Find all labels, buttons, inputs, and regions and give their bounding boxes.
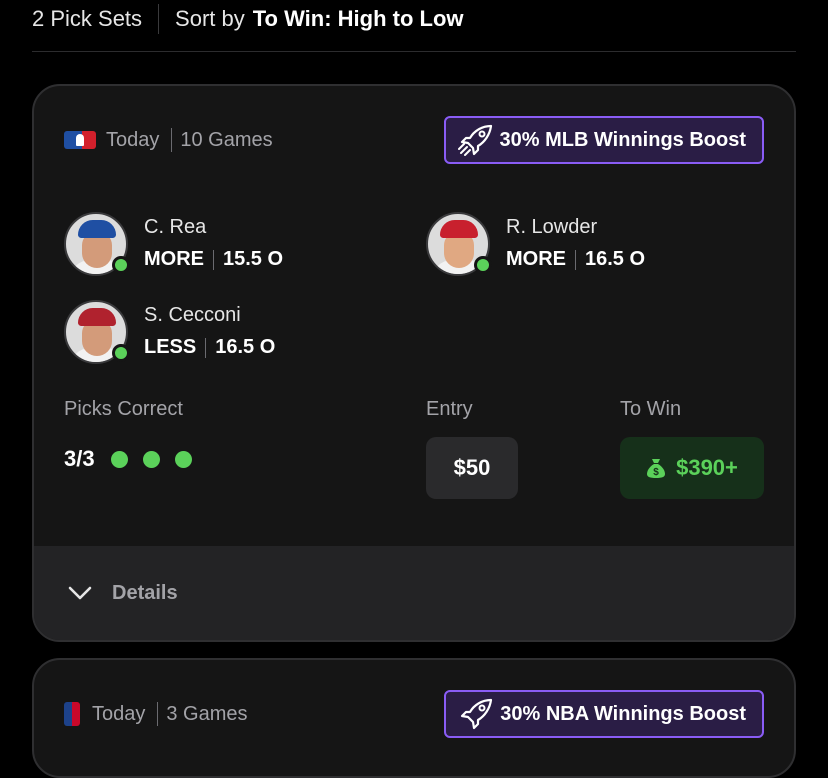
winnings-boost-badge[interactable]: 30% MLB Winnings Boost	[443, 116, 764, 164]
entry-label: Entry	[426, 398, 473, 420]
player-name: C. Rea	[144, 216, 207, 238]
entry-value: $50	[453, 455, 491, 480]
boost-label: 30% NBA Winnings Boost	[500, 702, 746, 725]
pick-sets-count: 2 Pick Sets	[32, 5, 143, 31]
player-avatar	[64, 212, 130, 276]
sort-value[interactable]: To Win: High to Low	[253, 6, 464, 32]
sort-label: Sort by	[175, 5, 245, 31]
nba-logo-icon	[64, 702, 80, 726]
card-header: Today 10 Games 30% MLB Winnings Boost	[64, 116, 764, 164]
pick-status-dot	[474, 256, 492, 274]
pick-divider	[205, 337, 207, 358]
pick-divider	[213, 249, 214, 270]
mlb-logo-icon	[64, 131, 96, 149]
pick-status-dot	[112, 256, 130, 274]
player-pick[interactable]: R. Lowder MORE 16.5 O	[426, 212, 645, 276]
pick-result-dot	[110, 450, 128, 468]
rocket-icon	[457, 124, 492, 156]
pick-result-dot	[142, 450, 160, 468]
games-count: 3 Games	[166, 702, 248, 725]
player-avatar	[426, 212, 492, 276]
pick-set-card[interactable]: Today 10 Games 30% MLB Winnings Boost C.…	[32, 84, 796, 642]
pick-divider	[575, 249, 576, 270]
pick-line: 16.5 O	[585, 248, 646, 270]
league-divider	[157, 702, 159, 726]
pick-line: 16.5 O	[215, 336, 276, 358]
card-header: Today 3 Games 30% NBA Winnings Boost	[64, 690, 764, 738]
details-label: Details	[112, 581, 178, 604]
to-win-label: To Win	[620, 398, 682, 420]
game-day: Today	[106, 128, 160, 151]
player-pick[interactable]: S. Cecconi LESS 16.5 O	[64, 300, 275, 364]
league-info: Today 3 Games	[64, 702, 248, 726]
player-avatar	[64, 300, 130, 364]
player-pick[interactable]: C. Rea MORE 15.5 O	[64, 212, 283, 276]
league-divider	[171, 128, 173, 152]
pick-status-dot	[112, 344, 130, 362]
money-bag-icon: $	[647, 459, 666, 478]
picks-correct-label: Picks Correct	[64, 398, 183, 420]
pick-set-card[interactable]: Today 3 Games 30% NBA Winnings Boost	[32, 658, 796, 778]
pick-result-dot	[174, 450, 192, 468]
games-count: 10 Games	[180, 128, 273, 151]
sort-header: 2 Pick Sets Sort by To Win: High to Low	[32, 0, 796, 52]
to-win-value: $390+	[676, 455, 738, 480]
details-toggle[interactable]: Details	[34, 546, 794, 640]
pick-line: 15.5 O	[223, 248, 284, 270]
boost-label: 30% MLB Winnings Boost	[499, 128, 746, 151]
pick-direction: MORE	[506, 248, 566, 270]
picks-correct: 3/3	[64, 446, 207, 472]
player-name: R. Lowder	[506, 216, 598, 238]
league-info: Today 10 Games	[64, 128, 273, 152]
chevron-down-icon	[68, 586, 92, 600]
game-day: Today	[92, 702, 146, 725]
winnings-boost-badge[interactable]: 30% NBA Winnings Boost	[444, 690, 764, 738]
player-name: S. Cecconi	[144, 304, 241, 326]
rocket-icon	[461, 698, 493, 730]
entry-amount: $50	[426, 437, 518, 499]
picks-correct-value: 3/3	[64, 446, 95, 471]
header-divider	[158, 3, 160, 34]
pick-direction: MORE	[144, 248, 204, 270]
to-win-amount: $ $390+	[620, 437, 764, 499]
pick-direction: LESS	[144, 336, 197, 358]
svg-text:$: $	[653, 467, 659, 478]
